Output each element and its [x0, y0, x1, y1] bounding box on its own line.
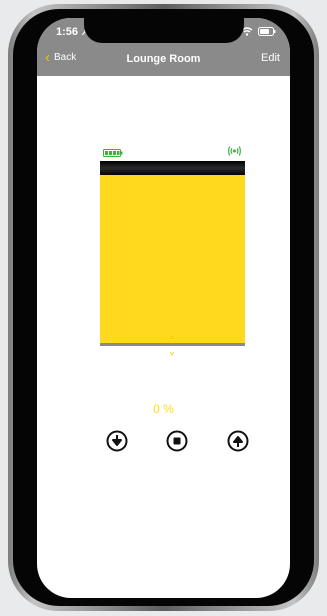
edit-button[interactable]: Edit: [261, 52, 280, 64]
blind-visual: [100, 161, 245, 346]
status-time: 1:56 ➚: [56, 26, 88, 38]
phone-notch: [84, 18, 244, 43]
wireless-signal-icon: [228, 146, 241, 156]
battery-full-icon: [103, 149, 123, 157]
move-up-button[interactable]: [227, 430, 249, 452]
stop-button[interactable]: [166, 430, 188, 452]
caret-down-icon[interactable]: ^: [167, 347, 177, 357]
position-percent: 0 %: [153, 402, 174, 416]
move-down-button[interactable]: [106, 430, 128, 452]
blind-headrail: [100, 161, 245, 175]
caret-up-icon[interactable]: ^: [167, 335, 177, 344]
page-title: Lounge Room: [126, 53, 201, 65]
status-time-text: 1:56: [56, 26, 79, 38]
app-screen: 1:56 ➚ ‹ Back Lounge Room Edit ^ ^ 0 %: [37, 18, 290, 598]
status-battery-icon: [258, 27, 276, 36]
